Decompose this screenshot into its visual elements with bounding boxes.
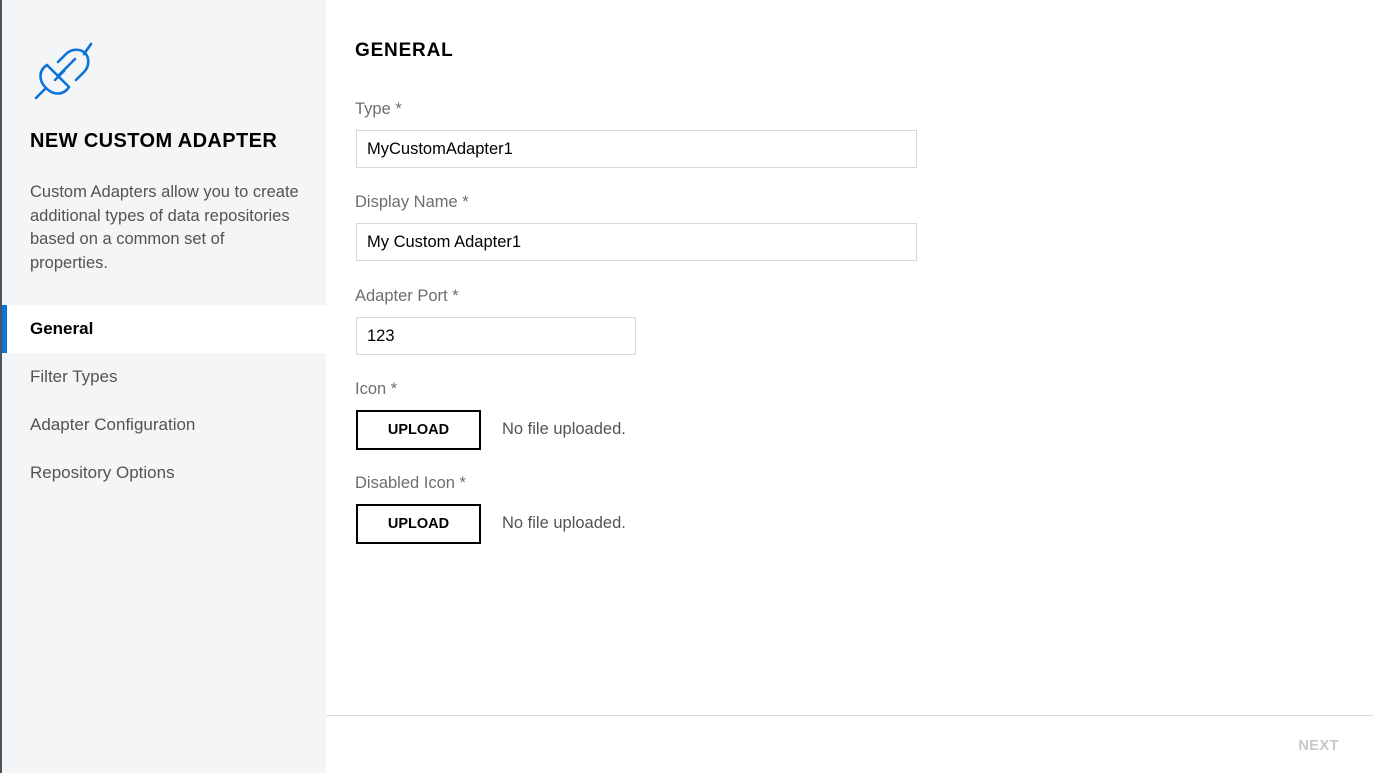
- nav-item-repository-options[interactable]: Repository Options: [2, 449, 326, 497]
- nav-item-filter-types[interactable]: Filter Types: [2, 353, 326, 401]
- type-label: Type *: [355, 100, 402, 118]
- disabled-icon-label: Disabled Icon *: [355, 474, 466, 492]
- app-window: NEW CUSTOM ADAPTER Custom Adapters allow…: [0, 0, 1373, 773]
- adapter-port-input[interactable]: [356, 317, 636, 355]
- nav-item-general[interactable]: General: [2, 305, 326, 353]
- plug-icon: [34, 42, 93, 100]
- main-panel: GENERAL Type * Display Name * Adapter Po…: [326, 0, 1373, 773]
- sidebar: NEW CUSTOM ADAPTER Custom Adapters allow…: [2, 0, 326, 773]
- display-name-input[interactable]: [356, 223, 917, 261]
- icon-upload-button[interactable]: UPLOAD: [356, 410, 481, 450]
- footer-bar: NEXT: [326, 715, 1373, 773]
- wizard-steps-nav: General Filter Types Adapter Configurati…: [2, 305, 326, 497]
- next-button[interactable]: NEXT: [1298, 738, 1339, 754]
- section-title: GENERAL: [355, 40, 454, 61]
- disabled-icon-upload-button[interactable]: UPLOAD: [356, 504, 481, 544]
- disabled-icon-upload-status: No file uploaded.: [502, 514, 626, 532]
- page-description: Custom Adapters allow you to create addi…: [30, 183, 299, 272]
- display-name-label: Display Name *: [355, 193, 469, 211]
- nav-item-adapter-configuration[interactable]: Adapter Configuration: [2, 401, 326, 449]
- icon-upload-status: No file uploaded.: [502, 420, 626, 438]
- adapter-port-label: Adapter Port *: [355, 287, 459, 305]
- page-title: NEW CUSTOM ADAPTER: [30, 130, 278, 152]
- type-input[interactable]: [356, 130, 917, 168]
- icon-label: Icon *: [355, 380, 398, 398]
